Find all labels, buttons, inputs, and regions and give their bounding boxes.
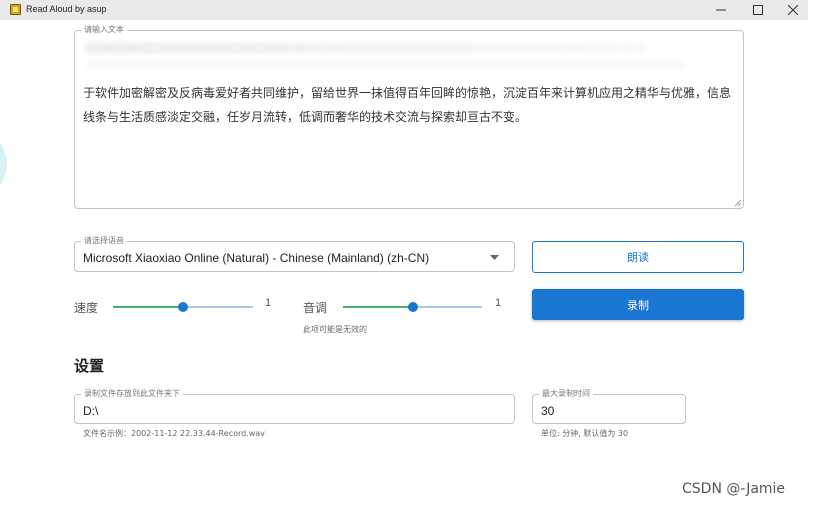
max-record-time-helper: 单位: 分钟, 默认值为 30: [541, 429, 629, 438]
voice-select-value: Microsoft Xiaoxiao Online (Natural) - Ch…: [83, 251, 430, 265]
pitch-slider-thumb[interactable]: [407, 302, 418, 312]
record-button[interactable]: 录制: [532, 289, 744, 320]
app-icon: [10, 4, 21, 15]
output-folder-field[interactable]: 录制文件存放到此文件夹下 D:\: [74, 389, 515, 424]
edge-decoration: [0, 142, 7, 186]
pitch-slider[interactable]: [343, 302, 482, 312]
output-folder-label: 录制文件存放到此文件夹下: [81, 389, 183, 399]
close-button[interactable]: [780, 2, 806, 18]
settings-heading: 设置: [74, 357, 105, 375]
maximize-button[interactable]: [745, 2, 771, 18]
speed-slider-fill: [113, 306, 183, 308]
title-bar: Read Aloud by asup: [0, 0, 808, 20]
pitch-helper-text: 此项可能是无效的: [303, 325, 367, 334]
maximize-icon: [753, 5, 763, 15]
max-record-time-field[interactable]: 最大录制时间 30: [532, 389, 686, 424]
read-aloud-button[interactable]: 朗读: [532, 241, 744, 273]
output-folder-helper: 文件名示例：2002-11-12 22.33.44-Record.wav: [83, 429, 265, 438]
max-record-time-value: 30: [541, 404, 555, 418]
pitch-value: 1: [495, 297, 502, 309]
speed-slider-thumb[interactable]: [178, 302, 188, 312]
faded-text-line: [85, 43, 645, 53]
dropdown-arrow-icon: [490, 255, 499, 260]
minimize-icon: [716, 9, 726, 11]
max-record-time-label: 最大录制时间: [539, 389, 593, 399]
output-folder-value: D:\: [83, 404, 99, 418]
voice-select-label: 请选择语音: [81, 236, 127, 246]
text-input-value: 于软件加密解密及反病毒爱好者共同维护，留给世界一抹值得百年回眸的惊艳，沉淀百年来…: [83, 86, 732, 124]
text-input-area[interactable]: 请输入文本 于软件加密解密及反病毒爱好者共同维护，留给世界一抹值得百年回眸的惊艳…: [74, 25, 744, 209]
text-input-label: 请输入文本: [81, 25, 127, 35]
minimize-button[interactable]: [708, 2, 734, 18]
window-title: Read Aloud by asup: [26, 4, 107, 14]
resize-grip-icon[interactable]: [734, 199, 741, 206]
speed-label: 速度: [74, 301, 99, 315]
voice-select[interactable]: 请选择语音 Microsoft Xiaoxiao Online (Natural…: [74, 236, 515, 272]
pitch-label: 音调: [303, 301, 328, 315]
close-icon: [788, 5, 798, 15]
speed-value: 1: [265, 297, 272, 309]
watermark: CSDN @-Jamie: [682, 481, 786, 497]
faded-text-line: [85, 61, 685, 69]
pitch-slider-fill: [343, 306, 413, 308]
speed-slider[interactable]: [113, 302, 253, 312]
